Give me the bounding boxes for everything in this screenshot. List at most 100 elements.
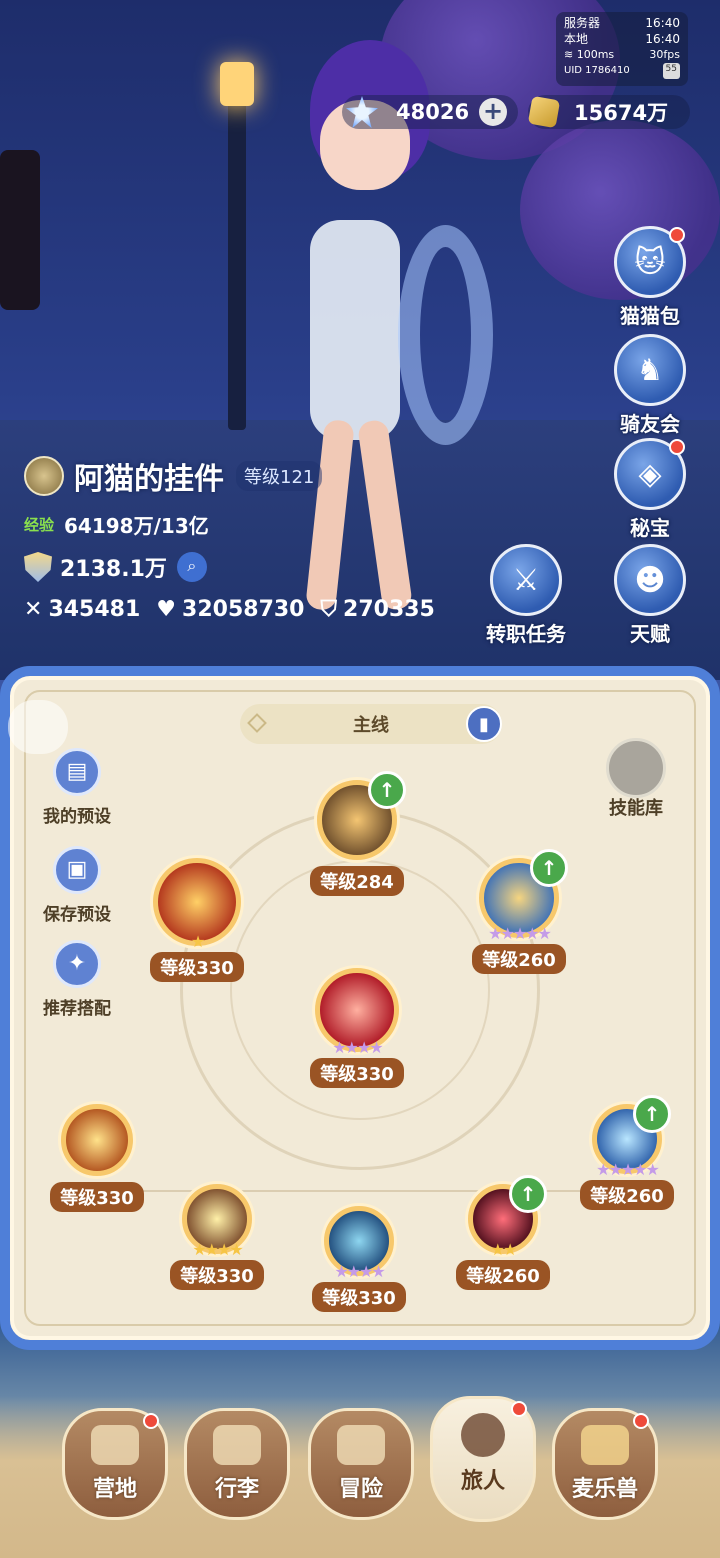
upgrade-arrow-icon[interactable]: ↑ bbox=[368, 771, 406, 809]
save-preset-label: 保存预设 bbox=[43, 905, 111, 925]
wolf-icon: ⚔ bbox=[490, 544, 562, 616]
skill-slot[interactable]: ↑ ★★ 等级260 bbox=[438, 1175, 568, 1290]
save-preset-button[interactable]: ▣ 保存预设 bbox=[34, 846, 120, 925]
search-icon[interactable]: ⌕ bbox=[176, 552, 207, 582]
tab-main-quest[interactable]: 主线 ▮ bbox=[240, 704, 502, 744]
traveler-avatar-icon bbox=[461, 1413, 505, 1457]
cat-bag-label: 猫猫包 bbox=[620, 304, 680, 328]
notification-dot bbox=[511, 1401, 527, 1417]
gold-amount: 15674万 bbox=[574, 101, 669, 125]
treasure-chest-icon: ◈ bbox=[614, 438, 686, 510]
book-icon[interactable]: ▮ bbox=[466, 706, 502, 742]
exp-value: 64198万/13亿 bbox=[64, 514, 209, 538]
skill-level: 等级330 bbox=[170, 1260, 264, 1290]
gem-amount: 48026 bbox=[396, 100, 470, 124]
gold-currency: 15674万 bbox=[527, 95, 690, 129]
hp-value: 32058730 bbox=[182, 597, 305, 622]
skill-slot[interactable]: 等级330 bbox=[32, 1104, 162, 1212]
skill-level: 等级330 bbox=[312, 1282, 406, 1312]
notification-dot bbox=[669, 227, 685, 243]
battery-icon: 55 bbox=[662, 63, 680, 79]
lamp-light bbox=[220, 62, 254, 106]
brain-icon: ☻ bbox=[614, 544, 686, 616]
player-name: 阿猫的挂件 bbox=[74, 462, 224, 497]
card-icon: ▤ bbox=[53, 748, 101, 796]
skill-library-icon bbox=[606, 738, 666, 798]
defense-stat: ⛉ 270335 bbox=[321, 597, 435, 622]
skill-stars: ★★★★★ bbox=[488, 924, 552, 943]
title-badge-icon[interactable] bbox=[24, 456, 64, 496]
nav-beast[interactable]: 麦乐兽 bbox=[552, 1408, 658, 1520]
server-time: 16:40 bbox=[645, 16, 680, 30]
job-quest-label: 转职任务 bbox=[486, 622, 566, 646]
local-label: 本地 bbox=[564, 32, 589, 46]
power-icon bbox=[24, 552, 52, 582]
tab-main-label: 主线 bbox=[353, 715, 389, 736]
skill-slot[interactable]: ★★★★ 等级330 bbox=[292, 968, 422, 1088]
rider-club-button[interactable]: ♞ 骑友会 bbox=[610, 334, 690, 437]
notification-dot bbox=[669, 439, 685, 455]
add-gem-button[interactable]: + bbox=[479, 98, 508, 126]
side-creature bbox=[0, 150, 40, 310]
skill-slot[interactable]: ↑ ★★★★★ 等级260 bbox=[562, 1095, 692, 1210]
nav-luggage-label: 行李 bbox=[214, 1477, 259, 1502]
nav-camp[interactable]: 营地 bbox=[62, 1408, 168, 1520]
notification-dot bbox=[143, 1413, 159, 1429]
skill-slot[interactable]: ↑ 等级284 bbox=[292, 771, 422, 896]
hp-stat: ♥ 32058730 bbox=[156, 597, 304, 622]
upgrade-arrow-icon[interactable]: ↑ bbox=[509, 1175, 547, 1213]
skill-library-label: 技能库 bbox=[609, 798, 663, 819]
skill-slot[interactable]: ★★★★ 等级330 bbox=[294, 1206, 424, 1312]
attack-stat: ✕ 345481 bbox=[24, 597, 140, 622]
my-preset-button[interactable]: ▤ 我的预设 bbox=[34, 748, 120, 827]
diamond-icon bbox=[247, 713, 267, 733]
heart-icon: ♥ bbox=[156, 597, 177, 622]
skill-level: 等级260 bbox=[456, 1260, 550, 1290]
skill-level: 等级330 bbox=[310, 1058, 404, 1088]
nav-camp-label: 营地 bbox=[92, 1477, 137, 1502]
player-info: 阿猫的挂件 等级121 经验 64198万/13亿 2138.1万 ⌕ ✕ 345… bbox=[24, 454, 451, 622]
nav-adventure[interactable]: 冒险 bbox=[308, 1408, 414, 1520]
nav-luggage[interactable]: 行李 bbox=[184, 1408, 290, 1520]
horse-icon: ♞ bbox=[614, 334, 686, 406]
upgrade-arrow-icon[interactable]: ↑ bbox=[633, 1095, 671, 1133]
skill-stars: ★★ bbox=[490, 1240, 518, 1259]
skill-slot[interactable]: ↑ ★★★★★ 等级260 bbox=[454, 849, 584, 974]
skill-stars bbox=[292, 846, 422, 864]
cat-bag-button[interactable]: 🐱 猫猫包 bbox=[610, 226, 690, 329]
skill-stars bbox=[32, 1162, 162, 1180]
treasure-label: 秘宝 bbox=[630, 516, 670, 540]
player-level: 等级121 bbox=[236, 461, 323, 491]
recommend-button[interactable]: ✦ 推荐搭配 bbox=[34, 940, 120, 1019]
attack-value: 345481 bbox=[48, 597, 141, 622]
skill-slot[interactable]: ★ 等级330 bbox=[132, 858, 262, 982]
chat-button[interactable] bbox=[8, 700, 68, 754]
bag-icon bbox=[213, 1425, 261, 1465]
talent-button[interactable]: ☻ 天赋 bbox=[610, 544, 690, 647]
character-body bbox=[310, 220, 400, 440]
skill-stars: ★★★★ bbox=[334, 1262, 385, 1281]
crossed-swords-icon bbox=[337, 1425, 385, 1465]
local-time: 16:40 bbox=[645, 32, 680, 46]
skill-level: 等级330 bbox=[150, 952, 244, 982]
job-quest-button[interactable]: ⚔ 转职任务 bbox=[486, 544, 566, 647]
save-icon: ▣ bbox=[53, 846, 101, 894]
treasure-button[interactable]: ◈ 秘宝 bbox=[610, 438, 690, 541]
skill-level: 等级260 bbox=[472, 944, 566, 974]
gem-currency: 48026 + bbox=[342, 95, 518, 129]
skill-stars: ★★★★ bbox=[192, 1240, 243, 1259]
nav-traveler-label: 旅人 bbox=[460, 1469, 505, 1494]
skill-slot[interactable]: ★★★★ 等级330 bbox=[152, 1184, 282, 1290]
gold-icon bbox=[527, 95, 561, 129]
upgrade-arrow-icon[interactable]: ↑ bbox=[530, 849, 568, 887]
talent-label: 天赋 bbox=[630, 622, 670, 646]
skill-library-button[interactable]: 技能库 bbox=[596, 738, 676, 820]
crossed-swords-icon: ✕ bbox=[24, 597, 43, 622]
skill-stars: ★★★★ bbox=[332, 1038, 383, 1057]
status-panel: 服务器 16:40 本地 16:40 ≋ 100ms 30fps UID 178641… bbox=[556, 12, 688, 86]
recommend-icon: ✦ bbox=[53, 940, 101, 988]
defense-value: 270335 bbox=[343, 597, 435, 622]
nav-traveler[interactable]: 旅人 bbox=[430, 1396, 536, 1522]
skill-level: 等级260 bbox=[580, 1180, 674, 1210]
ping-value: ≋ 100ms bbox=[564, 48, 615, 61]
